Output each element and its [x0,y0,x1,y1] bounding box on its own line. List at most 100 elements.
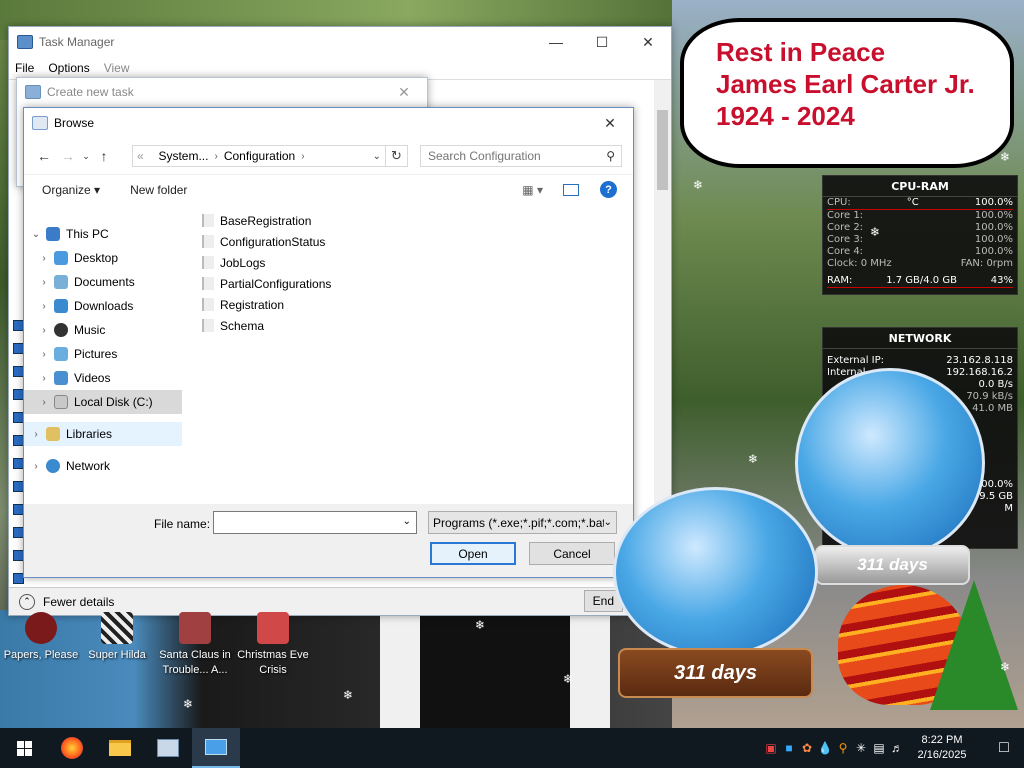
snowflake-icon: ❄ [693,178,704,192]
tree-item-network[interactable]: › Network [24,454,182,478]
chevron-right-icon[interactable]: › [36,277,52,288]
firefox-icon [61,737,83,759]
file-type-value[interactable]: Programs (*.exe;*.pif;*.com;*.bat [433,516,606,530]
create-new-task-title: Create new task [47,85,134,99]
open-button[interactable]: Open [430,542,516,565]
tray-network-icon[interactable]: ▤ [870,728,888,768]
tray-drop-icon[interactable]: 💧 [816,728,834,768]
refresh-icon[interactable]: ↻ [386,145,408,167]
search-input[interactable] [428,149,598,163]
preview-pane-icon[interactable] [563,183,579,196]
desktop-icon-papers-please[interactable]: Papers, Please [0,612,82,663]
tray-paint-icon[interactable]: ✿ [798,728,816,768]
address-bar[interactable]: « System... › Configuration › ⌄ [132,145,386,167]
address-dropdown-icon[interactable]: ⌄ [373,151,381,162]
minimize-button[interactable]: — [533,27,579,57]
task-manager-titlebar: Task Manager — ☐ ✕ [9,27,671,57]
music-icon [54,323,68,337]
run-icon [205,739,227,755]
menu-file[interactable]: File [15,61,34,75]
globe-base-right: 311 days [815,545,970,585]
tray-search-icon[interactable]: ⚲ [834,728,852,768]
clock-row: Clock: 0 MHz FAN: 0rpm [827,258,1013,269]
tree-item-documents[interactable]: › Documents [24,270,182,294]
tray-volume-icon[interactable]: ♬ [888,728,906,768]
chevron-right-icon[interactable]: › [36,253,52,264]
tray-star-icon[interactable]: ✳ [852,728,870,768]
tree-item-downloads[interactable]: › Downloads [24,294,182,318]
core3-row: Core 3: 100.0% [827,234,1013,245]
list-item[interactable]: Schema [202,315,331,336]
list-item[interactable]: Registration [202,294,331,315]
start-button[interactable] [0,728,48,768]
desktop-icon-santa-claus[interactable]: Santa Claus in Trouble... A... [154,612,236,678]
create-new-task-titlebar: Create new task ✕ [17,78,427,106]
fewer-details-link[interactable]: Fewer details [43,595,114,609]
chevron-right-icon[interactable]: › [28,429,44,440]
forward-arrow-icon[interactable]: → [56,148,80,164]
tray-app-icon[interactable]: ▣ [762,728,780,768]
up-arrow-icon[interactable]: ↑ [92,148,116,164]
list-item[interactable]: JobLogs [202,252,331,273]
notification-icon[interactable]: □ [984,728,1024,768]
view-options-icon[interactable]: ▦ ▾ [522,183,543,197]
breadcrumb-separator: › [214,150,218,162]
tree-item-music[interactable]: › Music [24,318,182,342]
task-manager-icon [157,739,179,757]
list-item[interactable]: PartialConfigurations [202,273,331,294]
tree-item-desktop[interactable]: › Desktop [24,246,182,270]
taskbar-file-explorer[interactable] [96,728,144,768]
maximize-button[interactable]: ☐ [579,27,625,57]
back-arrow-icon[interactable]: ← [32,148,56,164]
ram-row: RAM: 1.7 GB/4.0 GB 43% [827,275,1013,286]
chevron-right-icon[interactable]: › [28,461,44,472]
chevron-right-icon[interactable]: › [36,301,52,312]
taskbar-run-dialog[interactable] [192,728,240,768]
chevron-right-icon[interactable]: › [36,397,52,408]
help-icon[interactable]: ? [600,181,617,198]
scroll-thumb[interactable] [657,110,668,190]
chevron-right-icon[interactable]: › [36,349,52,360]
chevron-up-icon[interactable]: ⌃ [19,593,35,610]
core2-row: Core 2: 100.0% [827,222,1013,233]
taskbar-clock[interactable]: 8:22 PM 2/16/2025 [910,733,974,763]
search-box[interactable]: ⚲ [420,145,622,167]
tree-item-this-pc[interactable]: ⌄ This PC [24,222,182,246]
desktop-icon-christmas-eve[interactable]: Christmas Eve Crisis [232,612,314,678]
menu-view[interactable]: View [104,61,130,75]
chevron-right-icon[interactable]: › [36,373,52,384]
browse-body: ⌄ This PC › Desktop › Documents › Downlo… [24,204,633,504]
tree-label: Libraries [66,427,113,441]
breadcrumb-configuration[interactable]: Configuration [224,149,295,163]
browse-title: Browse [54,116,95,130]
new-folder-button[interactable]: New folder [130,183,187,197]
address-overflow[interactable]: « [137,149,144,163]
search-icon[interactable]: ⚲ [606,149,615,163]
snow-globe-right [795,368,985,558]
tree-item-libraries[interactable]: › Libraries [24,422,182,446]
list-item[interactable]: ConfigurationStatus [202,231,331,252]
tree-item-pictures[interactable]: › Pictures [24,342,182,366]
chevron-right-icon[interactable]: › [36,325,52,336]
taskbar-firefox[interactable] [48,728,96,768]
chevron-down-icon[interactable]: ⌄ [28,229,44,240]
desktop-icon-super-hilda[interactable]: Super Hilda [76,612,158,663]
close-button[interactable]: ✕ [587,108,633,138]
tray-square-icon[interactable]: ■ [780,728,798,768]
game-icon [101,612,133,644]
taskbar-task-manager[interactable] [144,728,192,768]
organize-button[interactable]: Organize ▾ [42,183,100,197]
tree-item-videos[interactable]: › Videos [24,366,182,390]
close-button[interactable]: ✕ [381,77,427,107]
file-type-select[interactable]: Programs (*.exe;*.pif;*.com;*.bat ⌄ [428,511,617,534]
breadcrumb-system[interactable]: System... [158,149,208,163]
close-button[interactable]: ✕ [625,27,671,57]
chevron-down-icon[interactable]: ⌄ [403,516,411,527]
file-name-field[interactable]: ⌄ [213,511,417,534]
list-item[interactable]: BaseRegistration [202,210,331,231]
chevron-down-icon[interactable]: ⌄ [603,517,612,528]
cancel-button[interactable]: Cancel [529,542,615,565]
menu-options[interactable]: Options [48,61,89,75]
recent-chevron-icon[interactable]: ⌄ [80,151,92,162]
tree-item-local-disk[interactable]: › Local Disk (C:) [24,390,182,414]
